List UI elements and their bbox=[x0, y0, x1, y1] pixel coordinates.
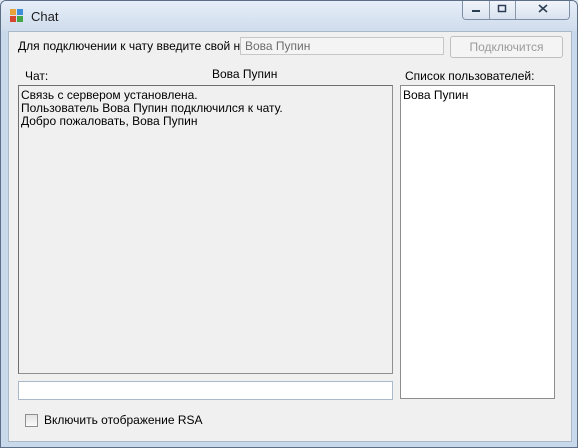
current-user-label: Вова Пупин bbox=[212, 67, 278, 81]
minimize-button[interactable] bbox=[463, 1, 490, 19]
chat-app-icon bbox=[10, 9, 24, 23]
chat-log[interactable]: Связь с сервером установлена. Пользовате… bbox=[18, 85, 393, 374]
chat-label: Чат: bbox=[25, 69, 49, 83]
restore-icon bbox=[497, 4, 507, 16]
chat-window: Chat Для подключении к чату введите свой… bbox=[0, 0, 578, 448]
users-label: Список пользователей: bbox=[405, 69, 535, 83]
rsa-checkbox[interactable] bbox=[25, 414, 38, 427]
user-list[interactable]: Вова Пупин bbox=[400, 85, 555, 399]
client-area: Для подключении к чату введите свой ник:… bbox=[8, 31, 572, 442]
caption-buttons bbox=[462, 1, 570, 20]
user-list-item[interactable]: Вова Пупин bbox=[403, 89, 552, 102]
connect-button[interactable]: Подключится bbox=[450, 36, 563, 58]
restore-button[interactable] bbox=[489, 1, 517, 19]
nick-prompt-label: Для подключении к чату введите свой ник: bbox=[18, 39, 256, 53]
window-title: Chat bbox=[31, 9, 59, 24]
chat-message: Добро пожаловать, Вова Пупин bbox=[21, 114, 198, 128]
nick-input[interactable]: Вова Пупин bbox=[240, 37, 444, 55]
minimize-icon bbox=[471, 5, 481, 16]
rsa-checkbox-label[interactable]: Включить отображение RSA bbox=[44, 413, 203, 427]
close-icon bbox=[537, 4, 548, 16]
title-bar[interactable]: Chat bbox=[1, 1, 577, 31]
close-button[interactable] bbox=[516, 1, 569, 19]
message-input[interactable] bbox=[18, 381, 393, 400]
